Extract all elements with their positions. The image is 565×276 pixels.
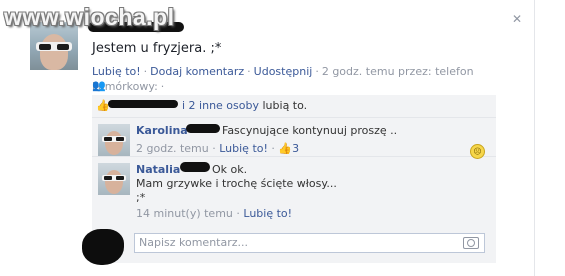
redacted-avatar (82, 229, 124, 265)
commenter-avatar[interactable] (98, 124, 130, 156)
commenter-avatar[interactable] (98, 163, 130, 195)
comment-text-line3: ;* (136, 191, 146, 204)
comment-meta: 14 minut(y) temu · Lubię to! (136, 207, 293, 220)
comment-meta: 2 godz. temu · Lubię to! · 👍3 (136, 142, 300, 155)
post-text: Jestem u fryzjera. ;* (92, 41, 222, 56)
comment-input[interactable]: Napisz komentarz... (134, 233, 485, 253)
comment-item: Karolina Fascynujące kontynuuj proszę ..… (92, 118, 496, 159)
add-comment-link[interactable]: Dodaj komentarz (150, 65, 244, 78)
redacted-surname (186, 124, 220, 133)
comment-composer: Napisz komentarz... (82, 227, 496, 265)
comment-like-link[interactable]: Lubię to! (243, 207, 292, 220)
watermark-logo: www.wiocha.pl (4, 4, 175, 30)
likes-others-link[interactable]: i 2 inne osoby (182, 99, 259, 112)
likes-row: 👍 i 2 inne osoby lubią to. (92, 95, 496, 118)
comment-item: Natalia Ok ok. Mam grzywke i trochę ścię… (92, 157, 496, 225)
close-icon[interactable]: ✕ (512, 12, 522, 26)
comment-text-line2: Mam grzywke i trochę ścięte włosy... (136, 177, 337, 190)
redacted-liker-name (108, 100, 178, 108)
comment-text: Fascynujące kontynuuj proszę .. (222, 124, 398, 137)
camera-icon[interactable] (463, 237, 479, 249)
comments-box: 👍 i 2 inne osoby lubią to. Karolina Fasc… (82, 95, 496, 265)
comment-author[interactable]: Natalia (136, 163, 180, 176)
share-link[interactable]: Udostępnij (254, 65, 313, 78)
sunglasses-shape (36, 42, 72, 51)
likes-summary: i 2 inne osoby lubią to. (182, 99, 308, 112)
redacted-surname (180, 162, 210, 172)
post-card: ✕ Jestem u fryzjera. ;* Lubię to! · Dodaj … (4, 0, 535, 276)
friends-icon: 👥 (92, 79, 106, 92)
comment-text-line1: Ok ok. (212, 163, 248, 176)
comment-like-link[interactable]: Lubię to! (219, 142, 268, 155)
face-shape (40, 34, 68, 70)
comment-author[interactable]: Karolina (136, 124, 188, 137)
like-link[interactable]: Lubię to! (92, 65, 141, 78)
like-count[interactable]: 👍3 (278, 142, 299, 155)
post-actions: Lubię to! · Dodaj komentarz · Udostępnij · 2 g… (92, 65, 474, 93)
